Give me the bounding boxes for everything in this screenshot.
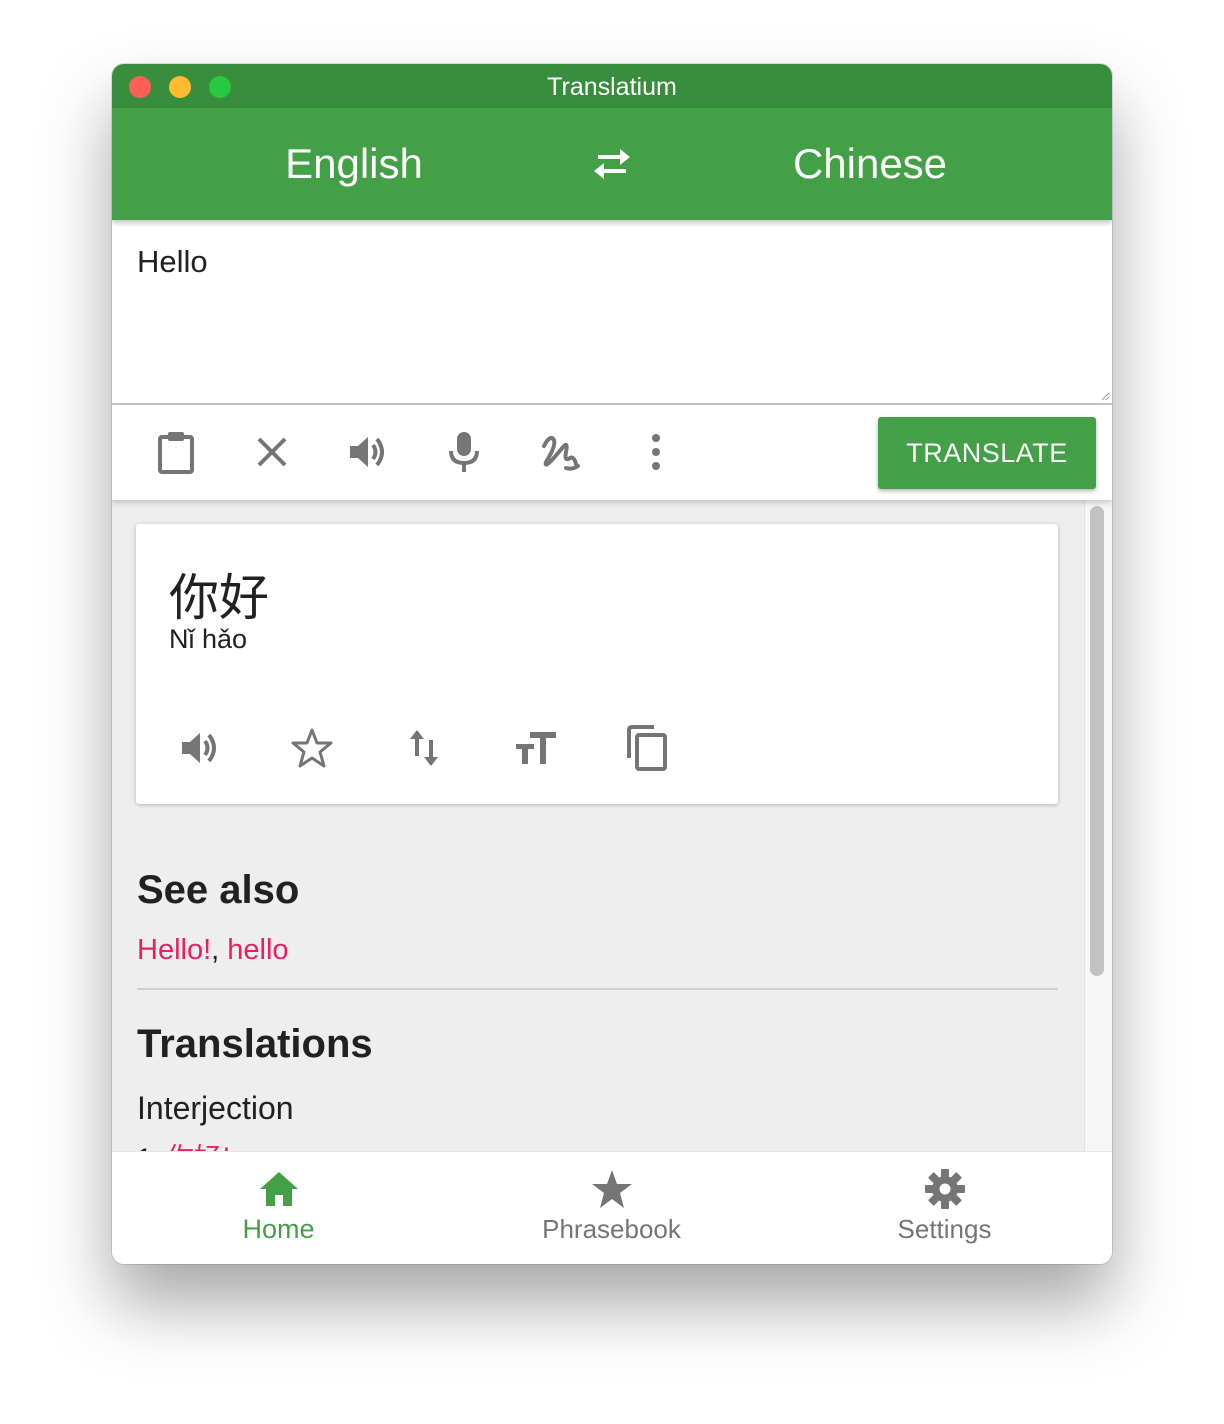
microphone-icon[interactable]	[440, 428, 488, 476]
translation-card: 你好 Nǐ hǎo	[136, 524, 1058, 804]
source-text-input[interactable]: Hello	[112, 220, 1112, 405]
see-also-link[interactable]: Hello!	[137, 934, 211, 966]
see-also-separator: ,	[211, 934, 228, 966]
part-of-speech: Interjection	[137, 1090, 294, 1126]
see-also-link[interactable]: hello	[227, 934, 288, 966]
more-options-icon[interactable]	[632, 428, 680, 476]
gear-icon	[925, 1169, 965, 1209]
speaker-icon[interactable]	[344, 428, 392, 476]
title-bar: Translatium	[112, 64, 1112, 108]
translate-button[interactable]: TRANSLATE	[878, 417, 1096, 489]
star-icon	[592, 1170, 632, 1208]
input-toolbar: TRANSLATE	[112, 405, 1112, 500]
listen-translation-icon[interactable]	[176, 724, 224, 772]
see-also-list: Hello!, hello	[137, 934, 289, 967]
language-bar: English Chinese	[112, 108, 1112, 220]
app-window: Translatium English Chinese Hello TRANSL…	[112, 64, 1112, 1264]
see-also-heading: See also	[137, 868, 300, 912]
source-text-value[interactable]: Hello	[137, 244, 208, 280]
text-size-icon[interactable]	[512, 724, 560, 772]
home-icon	[260, 1172, 298, 1206]
results-pane: 你好 Nǐ hǎo See also Hello!, hello Transla…	[112, 500, 1112, 1151]
clear-icon[interactable]	[248, 428, 296, 476]
bottom-navigation: Home Phrasebook Settings	[112, 1151, 1112, 1264]
star-outline-icon[interactable]	[288, 724, 336, 772]
nav-phrasebook[interactable]: Phrasebook	[445, 1152, 778, 1264]
handwriting-icon[interactable]	[536, 428, 584, 476]
nav-settings[interactable]: Settings	[778, 1152, 1111, 1264]
target-language-button[interactable]: Chinese	[710, 108, 1030, 220]
nav-home-label: Home	[242, 1214, 315, 1244]
translations-heading: Translations	[137, 1022, 373, 1066]
translated-text: 你好	[169, 569, 269, 627]
translation-item-link[interactable]: 你好!	[167, 1143, 232, 1151]
nav-phrasebook-label: Phrasebook	[542, 1214, 681, 1244]
divider	[137, 988, 1058, 990]
copy-icon[interactable]	[624, 724, 672, 772]
minimize-window-button[interactable]	[169, 76, 191, 98]
translation-item: 1. 你好!	[137, 1136, 232, 1151]
window-title: Translatium	[547, 73, 677, 101]
nav-home[interactable]: Home	[112, 1152, 445, 1264]
resize-handle-icon[interactable]	[1100, 391, 1110, 401]
clipboard-icon[interactable]	[152, 428, 200, 476]
close-window-button[interactable]	[129, 76, 151, 98]
translation-item-number: 1.	[137, 1143, 160, 1151]
nav-settings-label: Settings	[897, 1214, 992, 1244]
zoom-window-button[interactable]	[209, 76, 231, 98]
swap-languages-icon[interactable]	[590, 146, 634, 182]
source-language-button[interactable]: English	[194, 108, 514, 220]
pronunciation-text: Nǐ hǎo	[169, 624, 248, 654]
swap-vertical-icon[interactable]	[400, 724, 448, 772]
scrollbar-thumb[interactable]	[1090, 506, 1104, 976]
